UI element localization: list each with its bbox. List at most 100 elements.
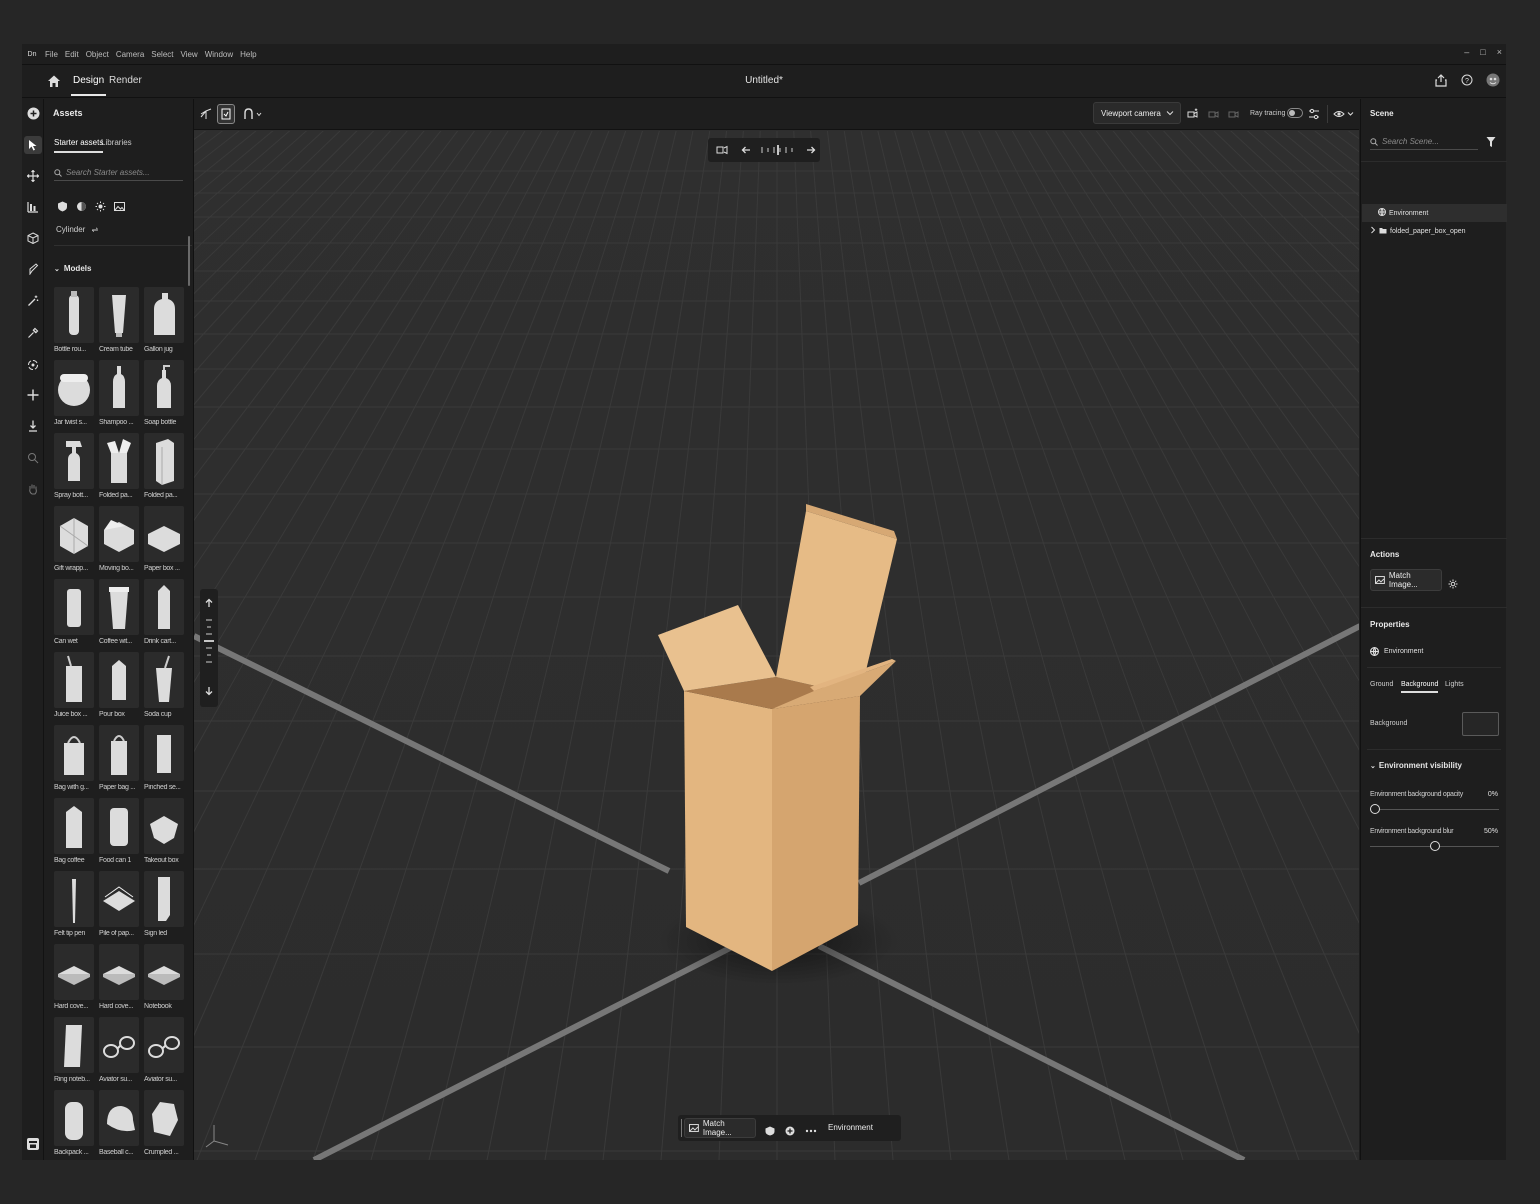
asset-tile[interactable]: Soap bottle [144, 360, 184, 433]
frame-camera-icon[interactable] [713, 144, 731, 156]
asset-tile[interactable]: Backpack ... [54, 1090, 94, 1160]
tab-background[interactable]: Background [1401, 681, 1439, 693]
tab-ground[interactable]: Ground [1370, 681, 1393, 688]
asset-tile[interactable]: Spray bott... [54, 433, 94, 506]
materials-filter-icon[interactable] [56, 200, 68, 212]
add-icon[interactable] [785, 1123, 795, 1141]
menu-window[interactable]: Window [205, 50, 233, 59]
drop-to-ground-icon[interactable] [24, 417, 42, 435]
opacity-slider-handle[interactable] [1370, 804, 1380, 814]
asset-tile[interactable]: Folded pa... [99, 433, 139, 506]
asset-tile[interactable]: Soda cup [144, 652, 184, 725]
lights-filter-icon[interactable] [94, 200, 106, 212]
environment-button[interactable]: Environment [828, 1123, 873, 1132]
menu-help[interactable]: Help [240, 50, 256, 59]
maximize-button[interactable]: □ [1480, 47, 1485, 57]
asset-tile[interactable]: Sign led [144, 871, 184, 944]
asset-tile[interactable]: Pinched se... [144, 725, 184, 798]
material-icon[interactable] [765, 1123, 775, 1141]
menu-edit[interactable]: Edit [65, 50, 79, 59]
environment-visibility-header[interactable]: ⌄ Environment visibility [1370, 761, 1462, 770]
asset-tile[interactable]: Shampoo ... [99, 360, 139, 433]
asset-tile[interactable]: Gallon jug [144, 287, 184, 360]
opacity-slider[interactable] [1370, 809, 1499, 810]
archive-icon[interactable] [24, 1135, 42, 1153]
eyedropper-icon[interactable] [24, 324, 42, 342]
asset-tile[interactable]: Notebook [144, 944, 184, 1017]
asset-tile[interactable]: Coffee wit... [99, 579, 139, 652]
asset-tile[interactable]: Jar twist s... [54, 360, 94, 433]
filter-icon[interactable] [1486, 135, 1496, 153]
help-icon[interactable]: ? [1460, 73, 1474, 87]
asset-tile[interactable]: Pour box [99, 652, 139, 725]
move-tool-icon[interactable] [24, 167, 42, 185]
paint-icon[interactable] [24, 260, 42, 278]
menu-view[interactable]: View [181, 50, 198, 59]
scene-canvas[interactable] [194, 131, 1359, 1160]
pan-icon[interactable] [24, 386, 42, 404]
asset-tile[interactable]: Folded pa... [144, 433, 184, 506]
asset-tile[interactable]: Paper bag ... [99, 725, 139, 798]
asset-tile[interactable]: Aviator su... [144, 1017, 184, 1090]
asset-tile[interactable]: Drink cart... [144, 579, 184, 652]
arrow-right-icon[interactable] [802, 145, 820, 155]
minimize-button[interactable]: – [1464, 47, 1469, 57]
close-button[interactable]: × [1497, 47, 1502, 57]
asset-tile[interactable]: Can wet [54, 579, 94, 652]
models-section-header[interactable]: ⌄ Models [54, 264, 91, 273]
asset-tile[interactable]: Juice box ... [54, 652, 94, 725]
assets-scrollbar[interactable] [188, 236, 190, 286]
viewport[interactable]: Viewport camera Ray tracing Match Image.… [193, 99, 1359, 1160]
match-image-action-button[interactable]: Match Image... [1370, 569, 1442, 591]
arrow-up-icon[interactable] [204, 595, 214, 613]
asset-tile[interactable]: Hard cove... [99, 944, 139, 1017]
zoom-icon[interactable] [24, 449, 42, 467]
select-tool-icon[interactable] [24, 136, 42, 154]
blur-slider-handle[interactable] [1429, 841, 1440, 851]
asset-tile[interactable]: Moving bo... [99, 506, 139, 579]
asset-tile[interactable]: Cream tube [99, 287, 139, 360]
chevron-right-icon[interactable] [1370, 226, 1376, 236]
asset-tile[interactable]: Felt tip pen [54, 871, 94, 944]
tab-starter-assets[interactable]: Starter assets [54, 138, 104, 153]
asset-tile[interactable]: Ring noteb... [54, 1017, 94, 1090]
filter-settings-icon[interactable]: ⇌ [92, 225, 99, 234]
asset-tile[interactable]: Crumpled ... [144, 1090, 184, 1160]
scene-item-environment[interactable]: Environment [1362, 204, 1507, 222]
asset-tile[interactable]: Baseball c... [99, 1090, 139, 1160]
background-color-swatch[interactable] [1462, 712, 1499, 736]
filter-chip[interactable]: Cylinder ⇌ [56, 225, 98, 234]
add-icon[interactable] [24, 104, 42, 122]
scene-item-folded-paper-box[interactable]: folded_paper_box_open [1362, 222, 1507, 240]
ray-tracing-toggle[interactable] [1287, 108, 1303, 118]
hand-icon[interactable] [24, 480, 42, 498]
images-filter-icon[interactable] [113, 200, 125, 212]
magnet-icon[interactable] [243, 108, 263, 120]
graphics-filter-icon[interactable] [75, 200, 87, 212]
tab-lights[interactable]: Lights [1445, 681, 1464, 688]
asset-tile[interactable]: Paper box ... [144, 506, 184, 579]
vertical-scrubber[interactable] [203, 617, 215, 672]
asset-tile[interactable]: Pile of pap... [99, 871, 139, 944]
add-camera-icon[interactable] [1187, 108, 1199, 120]
menu-object[interactable]: Object [86, 50, 109, 59]
scene-search-input[interactable]: Search Scene... [1370, 134, 1478, 150]
asset-tile[interactable]: Aviator su... [99, 1017, 139, 1090]
horizontal-scrubber[interactable] [759, 144, 799, 156]
menu-select[interactable]: Select [151, 50, 173, 59]
camera-redo-icon[interactable] [1227, 108, 1239, 120]
arrow-down-icon[interactable] [204, 683, 214, 701]
sun-icon[interactable] [1448, 576, 1458, 594]
cube-icon[interactable] [24, 229, 42, 247]
asset-search-input[interactable]: Search Starter assets... [54, 165, 183, 181]
transform-icon[interactable] [200, 108, 212, 120]
menu-file[interactable]: File [45, 50, 58, 59]
visibility-icon[interactable] [1333, 108, 1355, 120]
share-icon[interactable] [1434, 73, 1448, 87]
render-settings-icon[interactable] [1308, 108, 1320, 120]
asset-tile[interactable]: Food can 1 [99, 798, 139, 871]
camera-undo-icon[interactable] [1207, 108, 1219, 120]
match-image-button[interactable]: Match Image... [684, 1118, 756, 1138]
asset-tile[interactable]: Takeout box [144, 798, 184, 871]
asset-tile[interactable]: Bag with g... [54, 725, 94, 798]
